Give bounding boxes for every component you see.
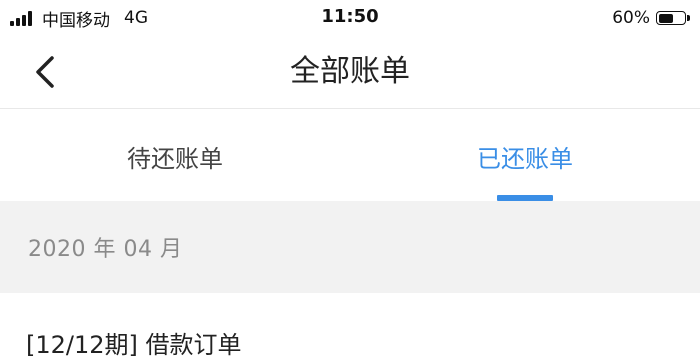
list-item[interactable]: [12/12期] 借款订单 [0, 293, 700, 359]
nav-bar: 全部账单 [0, 36, 700, 109]
back-button[interactable] [26, 50, 70, 94]
tab-paid-bills[interactable]: 已还账单 [350, 109, 700, 201]
page-title: 全部账单 [290, 54, 410, 89]
tab-bar: 待还账单 已还账单 [0, 109, 700, 201]
month-label: 2020 年 04 月 [28, 237, 183, 262]
tab-label: 待还账单 [127, 145, 223, 173]
status-bar: 中国移动 4G 11:50 60% [0, 0, 700, 36]
battery-fill [658, 13, 673, 23]
tab-label: 已还账单 [477, 145, 573, 173]
status-right: 60% [612, 6, 690, 30]
month-section-header: 2020 年 04 月 [0, 201, 700, 293]
chevron-left-icon [36, 56, 54, 88]
battery-percent: 60% [612, 8, 650, 28]
battery-icon [656, 11, 686, 25]
status-time: 11:50 [321, 6, 379, 27]
bill-title: [12/12期] 借款订单 [26, 331, 242, 359]
tab-pending-bills[interactable]: 待还账单 [0, 109, 350, 201]
battery-cap [687, 15, 690, 21]
